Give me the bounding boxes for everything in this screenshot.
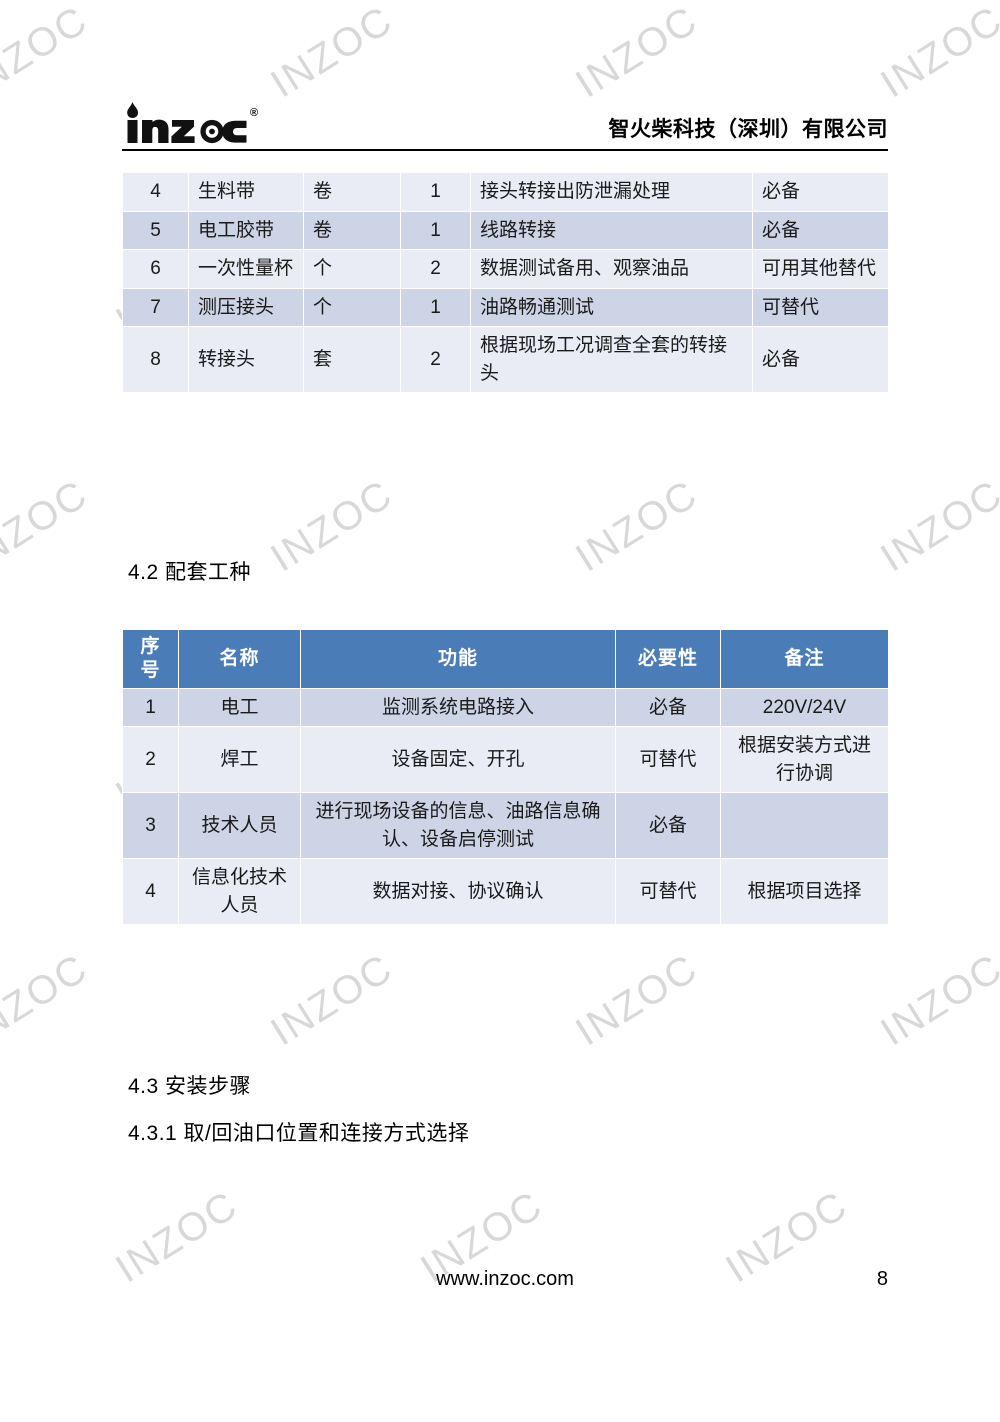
section-heading-4-3: 4.3 安装步骤 <box>128 1075 252 1098</box>
table-row: 4 信息化技术人员 数据对接、协议确认 可替代 根据项目选择 <box>122 858 889 926</box>
column-header-note: 备注 <box>720 629 889 689</box>
trades-table-head: 序号 名称 功能 必要性 备注 <box>122 629 889 689</box>
column-header-seq: 序号 <box>122 629 179 689</box>
column-header-func: 功能 <box>300 629 616 689</box>
table-row: 7 测压接头 个 1 油路畅通测试 可替代 <box>122 287 889 328</box>
cell-seq: 1 <box>122 687 179 728</box>
cell-item: 电工胶带 <box>188 210 304 251</box>
table-row: 8 转接头 套 2 根据现场工况调查全套的转接头 必备 <box>122 326 889 394</box>
section-heading-4-2: 4.2 配套工种 <box>128 561 252 584</box>
cell-func: 接头转接出防泄漏处理 <box>470 172 753 212</box>
cell-need: 必备 <box>615 687 721 728</box>
cell-seq: 7 <box>122 287 189 328</box>
cell-unit: 卷 <box>303 210 401 251</box>
table-row: 4 生料带 卷 1 接头转接出防泄漏处理 必备 <box>122 172 889 212</box>
cell-need: 可替代 <box>615 726 721 794</box>
cell-item: 生料带 <box>188 172 304 212</box>
cell-qty: 2 <box>400 249 471 289</box>
cell-seq: 6 <box>122 249 189 289</box>
table-row: 1 电工 监测系统电路接入 必备 220V/24V <box>122 687 889 728</box>
document-header: ® 智火柴科技（深圳）有限公司 <box>122 93 888 151</box>
cell-name: 焊工 <box>178 726 301 794</box>
tools-table-body: 4 生料带 卷 1 接头转接出防泄漏处理 必备 5 电工胶带 卷 1 线路转接 … <box>122 172 889 394</box>
footer-page-number: 8 <box>876 1268 888 1290</box>
cell-note: 220V/24V <box>720 687 889 728</box>
cell-seq: 2 <box>122 726 179 794</box>
cell-qty: 1 <box>400 172 471 212</box>
trades-table-body: 1 电工 监测系统电路接入 必备 220V/24V 2 焊工 设备固定、开孔 可… <box>122 687 889 926</box>
column-header-name: 名称 <box>178 629 301 689</box>
cell-seq: 3 <box>122 792 179 860</box>
cell-note <box>720 792 889 860</box>
inzoc-logo-icon <box>127 102 247 144</box>
cell-item: 一次性量杯 <box>188 249 304 289</box>
tools-table: 4 生料带 卷 1 接头转接出防泄漏处理 必备 5 电工胶带 卷 1 线路转接 … <box>122 172 889 394</box>
table-row: 5 电工胶带 卷 1 线路转接 必备 <box>122 210 889 251</box>
cell-qty: 1 <box>400 287 471 328</box>
cell-need: 必备 <box>752 326 889 394</box>
cell-need: 必备 <box>615 792 721 860</box>
cell-unit: 个 <box>303 249 401 289</box>
cell-seq: 5 <box>122 210 189 251</box>
table-header-row: 序号 名称 功能 必要性 备注 <box>122 629 889 689</box>
cell-seq: 8 <box>122 326 189 394</box>
cell-qty: 1 <box>400 210 471 251</box>
cell-func: 设备固定、开孔 <box>300 726 616 794</box>
document-page: ® 智火柴科技（深圳）有限公司 4 生料带 卷 1 接头转接出防泄漏处理 必备 … <box>0 0 1000 1422</box>
cell-need: 可替代 <box>615 858 721 926</box>
cell-item: 测压接头 <box>188 287 304 328</box>
cell-name: 信息化技术人员 <box>178 858 301 926</box>
cell-need: 必备 <box>752 210 889 251</box>
footer-website-url: www.inzoc.com <box>436 1268 574 1290</box>
cell-unit: 卷 <box>303 172 401 212</box>
cell-item: 转接头 <box>188 326 304 394</box>
document-footer: www.inzoc.com 8 <box>122 1268 888 1298</box>
section-heading-4-3-1: 4.3.1 取/回油口位置和连接方式选择 <box>128 1122 470 1145</box>
header-company-name: 智火柴科技（深圳）有限公司 <box>608 118 888 141</box>
cell-func: 监测系统电路接入 <box>300 687 616 728</box>
cell-name: 电工 <box>178 687 301 728</box>
cell-func: 线路转接 <box>470 210 753 251</box>
cell-qty: 2 <box>400 326 471 394</box>
cell-func: 根据现场工况调查全套的转接头 <box>470 326 753 394</box>
table-row: 3 技术人员 进行现场设备的信息、油路信息确认、设备启停测试 必备 <box>122 792 889 860</box>
cell-seq: 4 <box>122 172 189 212</box>
column-header-need: 必要性 <box>615 629 721 689</box>
inzoc-logo: ® <box>122 101 258 149</box>
cell-name: 技术人员 <box>178 792 301 860</box>
cell-func: 油路畅通测试 <box>470 287 753 328</box>
logo-trademark-symbol: ® <box>250 107 259 119</box>
cell-need: 可用其他替代 <box>752 249 889 289</box>
cell-unit: 套 <box>303 326 401 394</box>
trades-table: 序号 名称 功能 必要性 备注 1 电工 监测系统电路接入 必备 220V/24… <box>122 629 889 926</box>
cell-func: 进行现场设备的信息、油路信息确认、设备启停测试 <box>300 792 616 860</box>
cell-note: 根据项目选择 <box>720 858 889 926</box>
cell-need: 必备 <box>752 172 889 212</box>
cell-func: 数据对接、协议确认 <box>300 858 616 926</box>
cell-unit: 个 <box>303 287 401 328</box>
table-row: 6 一次性量杯 个 2 数据测试备用、观察油品 可用其他替代 <box>122 249 889 289</box>
cell-note: 根据安装方式进行协调 <box>720 726 889 794</box>
cell-func: 数据测试备用、观察油品 <box>470 249 753 289</box>
cell-seq: 4 <box>122 858 179 926</box>
cell-need: 可替代 <box>752 287 889 328</box>
table-row: 2 焊工 设备固定、开孔 可替代 根据安装方式进行协调 <box>122 726 889 794</box>
